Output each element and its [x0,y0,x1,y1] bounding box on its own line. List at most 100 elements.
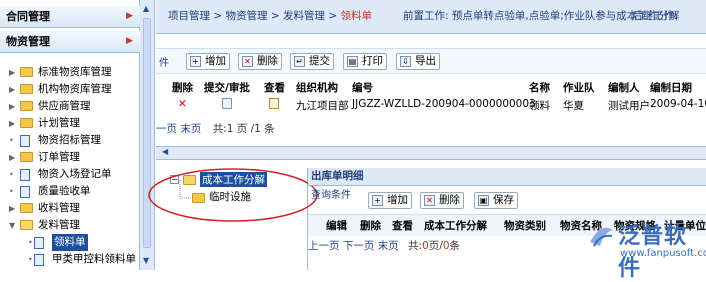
detail-tab-label: 出库单明细 [311,170,364,182]
document-icon [34,254,44,266]
tree-item-label: 甲类甲控料领料单 [52,253,136,265]
add-icon: + [190,56,201,67]
next-page-link[interactable]: 下一页 [343,240,375,252]
detail-save-button[interactable]: ▣ 保存 [474,192,518,209]
tree-item-bidding[interactable]: • 物资招标管理 [0,132,140,149]
button-label: 增加 [205,55,226,67]
tree-item-supplier[interactable]: ▶ 供应商管理 [0,98,140,115]
document-icon [20,135,30,147]
toolbar-edge-text: 件 [159,58,169,69]
save-icon: ▣ [478,195,489,206]
prev-page-link[interactable]: 一页 [156,123,177,135]
print-button[interactable]: ▤ 打印 [343,53,387,70]
bullet-icon: • [9,136,14,145]
tree-item-plan[interactable]: ▶ 计划管理 [0,115,140,132]
page-count-prefix: 共: [408,240,423,252]
page-count-records: 0 [442,240,450,252]
tree-item-requisition[interactable]: • 领料单 [0,234,140,251]
row-preparer: 测试用户 [608,100,650,112]
tree-item-label: 订单管理 [38,151,80,163]
navigation-tree: ▶ 标准物资库管理 ▶ 机构物资库管理 ▶ 供应商管理 ▶ 计划管理 • 物资招… [0,64,140,268]
column-header: 查看 [264,82,285,94]
tree-item-standard-material[interactable]: ▶ 标准物资库管理 [0,64,140,81]
tree-item-quality-acceptance[interactable]: • 质量验收单 [0,183,140,200]
tree-item-receiving[interactable]: ▶ 收料管理 [0,200,140,217]
row-organization: 九江项目部 [296,100,349,112]
column-header: 成本工作分解 [424,220,487,232]
collapse-down-icon[interactable]: ▼ [143,256,149,265]
tree-item-entry-register[interactable]: • 物资入场登记单 [0,166,140,183]
folder-icon [20,152,33,162]
column-header: 物资类别 [504,220,546,232]
bullet-icon: • [9,187,14,196]
column-header: 名称 [529,82,550,94]
breadcrumb-separator: > [328,10,338,22]
collapse-icon[interactable]: ▼ [9,217,17,234]
delete-button[interactable]: ✕ 删除 [238,53,282,70]
row-code[interactable]: JJGZZ-WZLLD-200904-0000000003 [352,98,536,114]
detail-tab[interactable]: 出库单明细 [308,168,706,186]
row-delete-icon[interactable]: ✕ [178,98,187,114]
breadcrumb-item[interactable]: 项目管理 [168,10,210,22]
tree-item-org-material[interactable]: ▶ 机构物资库管理 [0,81,140,98]
collapse-up-icon[interactable]: ▲ [143,4,149,13]
chevron-right-icon: ▶ [126,36,133,46]
accordion-label: 合同管理 [6,10,50,23]
column-header: 编制日期 [650,82,692,94]
row-view-icon[interactable] [269,98,279,114]
expand-icon[interactable]: ▶ [9,81,17,98]
expand-icon[interactable]: ▶ [9,149,17,166]
expand-icon[interactable]: ▶ [9,98,17,115]
last-page-link[interactable]: 末页 [378,240,399,252]
lower-splitter[interactable]: ◀ [156,146,706,160]
tree-item-label: 供应商管理 [38,100,91,112]
detail-pager: 上一页 下一页 末页 共:0页/0条 [308,238,460,253]
tree-item-label: 质量验收单 [38,185,91,197]
submit-button[interactable]: ↵ 提交 [290,53,334,70]
accordion-contract-management[interactable]: 合同管理 ▶ [0,6,140,28]
logo-icon [590,227,613,247]
search-conditions-link[interactable]: 查询条件 [311,186,351,201]
tree-item-issuing[interactable]: ▼ 发料管理 [0,217,140,234]
tree-item-label: 物资入场登记单 [38,168,112,180]
folder-icon [20,67,33,77]
followup-info: 后继工作: [632,10,678,22]
column-header: 删除 [360,220,381,232]
main-content: 项目管理 > 物资管理 > 发料管理 > 领料单 前置工作: 预点单转点验单,点… [148,0,706,281]
tree-item-label: 标准物资库管理 [38,66,112,78]
button-label: 提交 [309,55,330,67]
expand-icon[interactable]: ▶ [9,115,17,132]
row-date: 2009-04-10 [650,98,706,110]
accordion-label: 物资管理 [6,35,50,48]
button-label: 删除 [257,55,278,67]
collapse-left-icon[interactable]: ◀ [162,147,168,156]
expand-icon[interactable]: ▶ [9,64,17,81]
export-icon: ⇩ [400,56,411,67]
page-count-page-unit: 页 [428,240,440,252]
accordion-material-management[interactable]: 物资管理 ▶ [0,31,140,53]
button-label: 增加 [387,194,408,206]
export-button[interactable]: ⇩ 导出 [396,53,440,70]
add-icon: + [372,195,383,206]
column-header: 编制人 [608,82,640,94]
tree-item-label: 发料管理 [38,219,80,231]
add-button[interactable]: + 增加 [186,53,230,70]
detail-toolbar: 查询条件 + 增加 ✕ 删除 ▣ 保存 [308,186,706,212]
delete-icon: ✕ [424,195,435,206]
last-page-link[interactable]: 末页 [180,123,201,135]
tree-item-label: 计划管理 [38,117,80,129]
tree-item-order[interactable]: ▶ 订单管理 [0,149,140,166]
tree-item-label: 物资招标管理 [38,134,101,146]
prev-page-link[interactable]: 上一页 [308,240,340,252]
detail-add-button[interactable]: + 增加 [368,192,412,209]
breadcrumb-item[interactable]: 发料管理 [283,10,325,22]
row-submit-icon[interactable] [222,98,232,114]
expand-icon[interactable]: ▶ [9,200,17,217]
breadcrumb-item[interactable]: 物资管理 [226,10,268,22]
left-navigation: 合同管理 ▶ 物资管理 ▶ ▶ 标准物资库管理 ▶ 机构物资库管理 ▶ 供应商管… [0,0,140,270]
folder-icon [20,84,33,94]
tree-item-class-a-requisition[interactable]: • 甲类甲控料领料单 [0,251,140,268]
detail-delete-button[interactable]: ✕ 删除 [420,192,464,209]
printer-icon: ▤ [347,56,358,67]
folder-icon [20,101,33,111]
